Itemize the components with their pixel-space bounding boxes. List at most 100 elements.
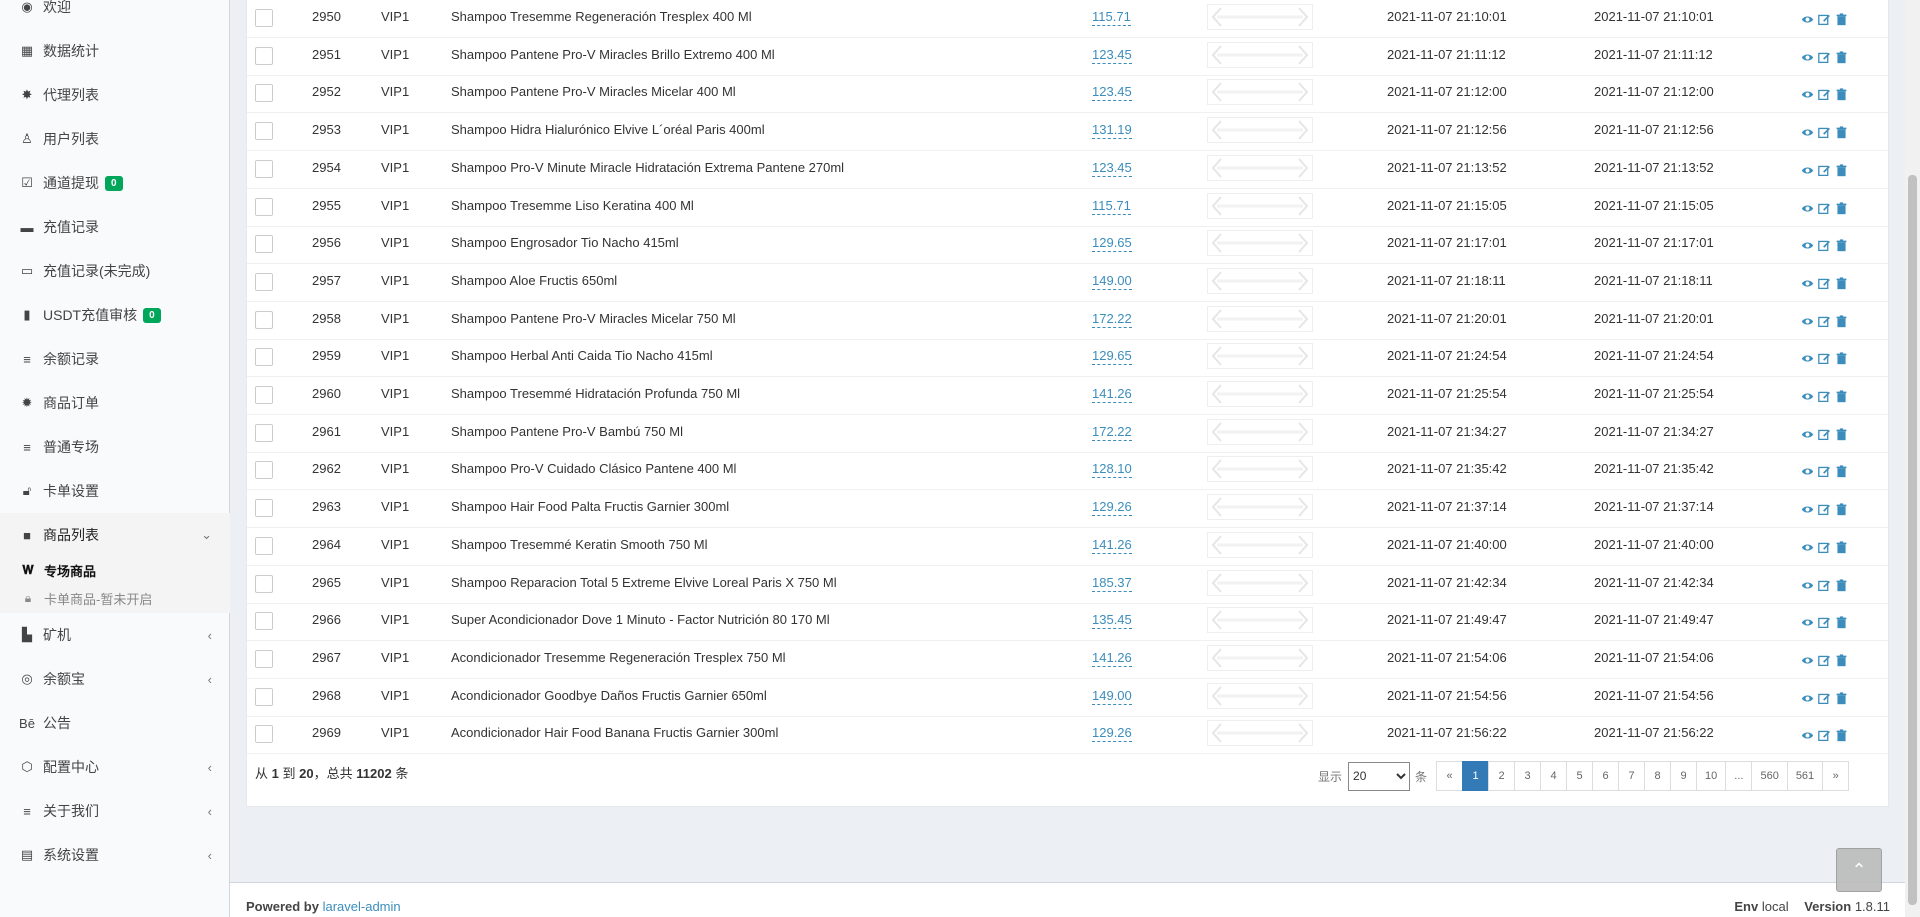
cell-price-editable[interactable]: 129.26 [1092,724,1132,742]
status-switch[interactable] [1207,570,1313,596]
view-icon[interactable] [1801,503,1814,516]
sidebar-item[interactable]: ▮ USDT充值审核 0 [0,293,230,337]
status-switch[interactable] [1207,230,1313,256]
row-checkbox[interactable] [255,9,273,27]
cell-price-editable[interactable]: 141.26 [1092,649,1132,667]
edit-icon[interactable] [1818,202,1831,215]
trash-icon[interactable] [1835,540,1848,554]
status-switch[interactable] [1207,343,1313,369]
view-icon[interactable] [1801,352,1814,365]
trash-icon[interactable] [1835,163,1848,177]
view-icon[interactable] [1801,428,1814,441]
trash-icon[interactable] [1835,87,1848,101]
trash-icon[interactable] [1835,50,1848,64]
page-link[interactable]: 1 [1462,761,1490,791]
trash-icon[interactable] [1835,389,1848,403]
page-link[interactable]: 5 [1566,761,1594,791]
edit-icon[interactable] [1818,729,1831,742]
edit-icon[interactable] [1818,503,1831,516]
cell-price-editable[interactable]: 128.10 [1092,460,1132,478]
sidebar-item[interactable]: ≡ 余额记录 [0,337,230,381]
trash-icon[interactable] [1835,276,1848,290]
cell-price-editable[interactable]: 123.45 [1092,83,1132,101]
status-switch[interactable] [1207,532,1313,558]
row-checkbox[interactable] [255,386,273,404]
view-icon[interactable] [1801,202,1814,215]
row-checkbox[interactable] [255,348,273,366]
edit-icon[interactable] [1818,352,1831,365]
sidebar-item[interactable]: ■ 商品列表 ⌄ [0,513,230,557]
row-checkbox[interactable] [255,424,273,442]
row-checkbox[interactable] [255,612,273,630]
status-switch[interactable] [1207,42,1313,68]
sidebar-item[interactable]: ≡ 关于我们 ‹ [0,789,230,833]
edit-icon[interactable] [1818,315,1831,328]
status-switch[interactable] [1207,381,1313,407]
sidebar-item[interactable]: Bē 公告 [0,701,230,745]
trash-icon[interactable] [1835,314,1848,328]
view-icon[interactable] [1801,315,1814,328]
cell-price-editable[interactable]: 185.37 [1092,574,1132,592]
status-switch[interactable] [1207,607,1313,633]
edit-icon[interactable] [1818,428,1831,441]
view-icon[interactable] [1801,51,1814,64]
status-switch[interactable] [1207,456,1313,482]
cell-price-editable[interactable]: 149.00 [1092,272,1132,290]
sidebar-item[interactable]: ⬡ 配置中心 ‹ [0,745,230,789]
sidebar-item[interactable]: ▤ 系统设置 ‹ [0,833,230,877]
cell-price-editable[interactable]: 141.26 [1092,536,1132,554]
view-icon[interactable] [1801,579,1814,592]
page-link[interactable]: 3 [1514,761,1542,791]
view-icon[interactable] [1801,729,1814,742]
row-checkbox[interactable] [255,725,273,743]
page-link[interactable]: 6 [1592,761,1620,791]
sidebar-item[interactable]: ✹ 商品订单 [0,381,230,425]
sidebar-item[interactable]: ♙ 用户列表 [0,117,230,161]
cell-price-editable[interactable]: 123.45 [1092,159,1132,177]
scrollbar-thumb[interactable] [1908,175,1917,905]
edit-icon[interactable] [1818,390,1831,403]
sidebar-item[interactable]: ≡ 普通专场 [0,425,230,469]
view-icon[interactable] [1801,654,1814,667]
edit-icon[interactable] [1818,654,1831,667]
status-switch[interactable] [1207,419,1313,445]
cell-price-editable[interactable]: 123.45 [1092,46,1132,64]
status-switch[interactable] [1207,720,1313,746]
page-link[interactable]: 7 [1618,761,1646,791]
view-icon[interactable] [1801,277,1814,290]
trash-icon[interactable] [1835,351,1848,365]
edit-icon[interactable] [1818,239,1831,252]
sidebar-item[interactable]: ▙ 矿机 ‹ [0,613,230,657]
trash-icon[interactable] [1835,615,1848,629]
prev-page-button[interactable]: « [1436,761,1464,791]
cell-price-editable[interactable]: 115.71 [1092,197,1131,215]
page-link[interactable]: 8 [1644,761,1672,791]
trash-icon[interactable] [1835,201,1848,215]
cell-price-editable[interactable]: 135.45 [1092,611,1132,629]
status-switch[interactable] [1207,306,1313,332]
row-checkbox[interactable] [255,537,273,555]
trash-icon[interactable] [1835,464,1848,478]
sidebar-item[interactable]: ✸ 代理列表 [0,73,230,117]
status-switch[interactable] [1207,155,1313,181]
trash-icon[interactable] [1835,12,1848,26]
page-link[interactable]: 2 [1488,761,1516,791]
status-switch[interactable] [1207,683,1313,709]
row-checkbox[interactable] [255,84,273,102]
row-checkbox[interactable] [255,47,273,65]
trash-icon[interactable] [1835,238,1848,252]
edit-icon[interactable] [1818,579,1831,592]
row-checkbox[interactable] [255,160,273,178]
trash-icon[interactable] [1835,728,1848,742]
trash-icon[interactable] [1835,427,1848,441]
edit-icon[interactable] [1818,13,1831,26]
sidebar-item[interactable]: ▬ 充值记录 [0,205,230,249]
status-switch[interactable] [1207,4,1313,30]
trash-icon[interactable] [1835,653,1848,667]
view-icon[interactable] [1801,541,1814,554]
sidebar-item[interactable]: 🔓︎ 卡单设置 [0,469,230,513]
sidebar-subitem-special-products[interactable]: 𝐖 专场商品 [0,555,230,585]
sidebar-item[interactable]: ▭ 充值记录(未完成) [0,249,230,293]
view-icon[interactable] [1801,390,1814,403]
row-checkbox[interactable] [255,650,273,668]
